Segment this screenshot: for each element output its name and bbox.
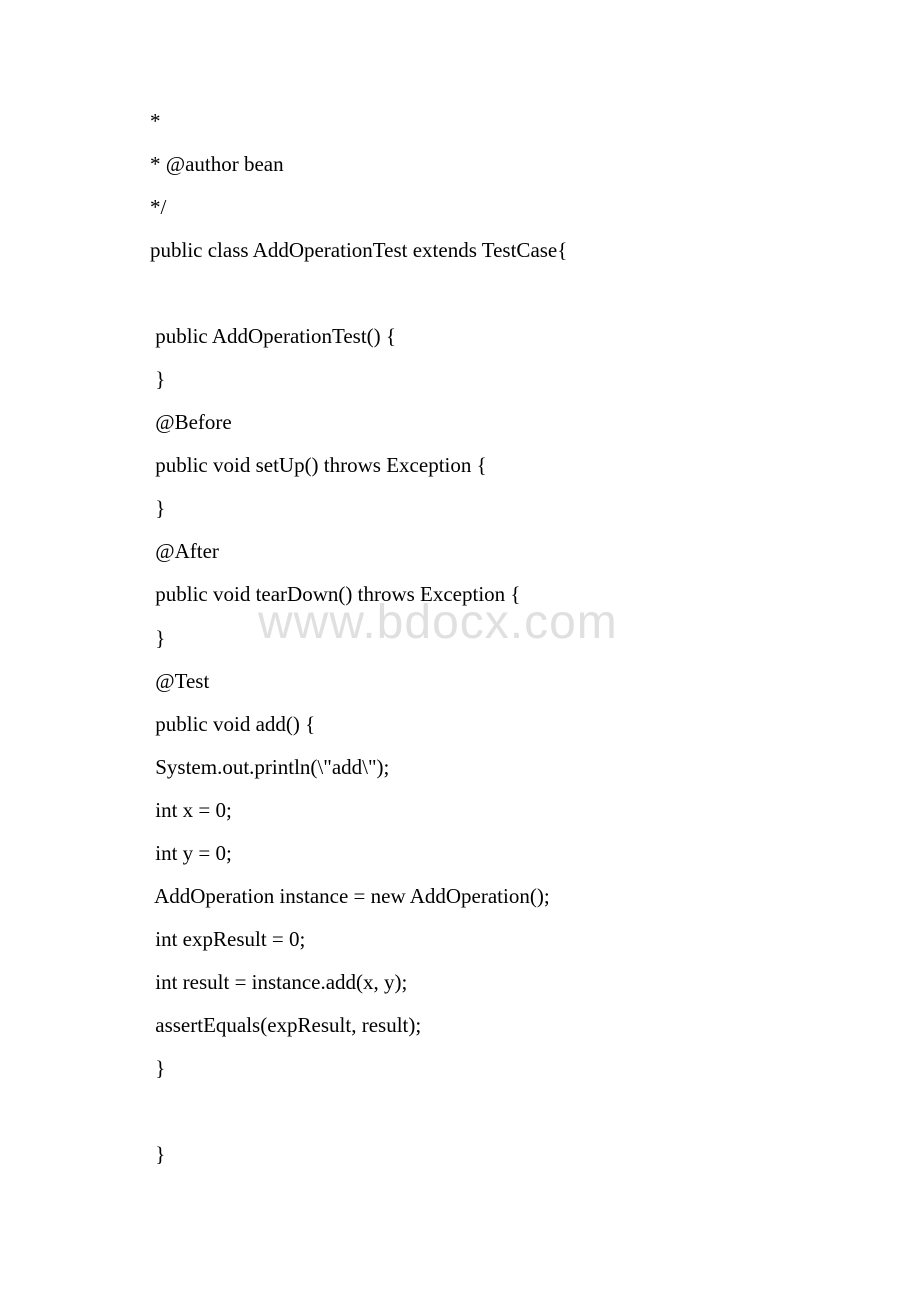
code-line: public void tearDown() throws Exception … — [150, 573, 770, 616]
code-line: @Before — [150, 401, 770, 444]
code-line: assertEquals(expResult, result); — [150, 1004, 770, 1047]
code-line: @After — [150, 530, 770, 573]
code-line: } — [150, 487, 770, 530]
code-container: * * @author bean */ public class AddOper… — [150, 100, 770, 1176]
code-line: } — [150, 1047, 770, 1090]
code-line: int expResult = 0; — [150, 918, 770, 961]
code-line: int y = 0; — [150, 832, 770, 875]
code-line: public class AddOperationTest extends Te… — [150, 229, 770, 272]
code-line: @Test — [150, 660, 770, 703]
code-line: public void setUp() throws Exception { — [150, 444, 770, 487]
code-line: System.out.println(\"add\"); — [150, 746, 770, 789]
code-line: int result = instance.add(x, y); — [150, 961, 770, 1004]
blank-line — [150, 272, 770, 315]
code-line: } — [150, 1133, 770, 1176]
code-line: public AddOperationTest() { — [150, 315, 770, 358]
code-line: } — [150, 617, 770, 660]
code-line: AddOperation instance = new AddOperation… — [150, 875, 770, 918]
code-content: * * @author bean */ public class AddOper… — [150, 100, 770, 1176]
code-line: * @author bean — [150, 143, 770, 186]
code-line: */ — [150, 186, 770, 229]
code-line: public void add() { — [150, 703, 770, 746]
code-line: * — [150, 100, 770, 143]
code-line: int x = 0; — [150, 789, 770, 832]
code-line: } — [150, 358, 770, 401]
blank-line — [150, 1090, 770, 1133]
